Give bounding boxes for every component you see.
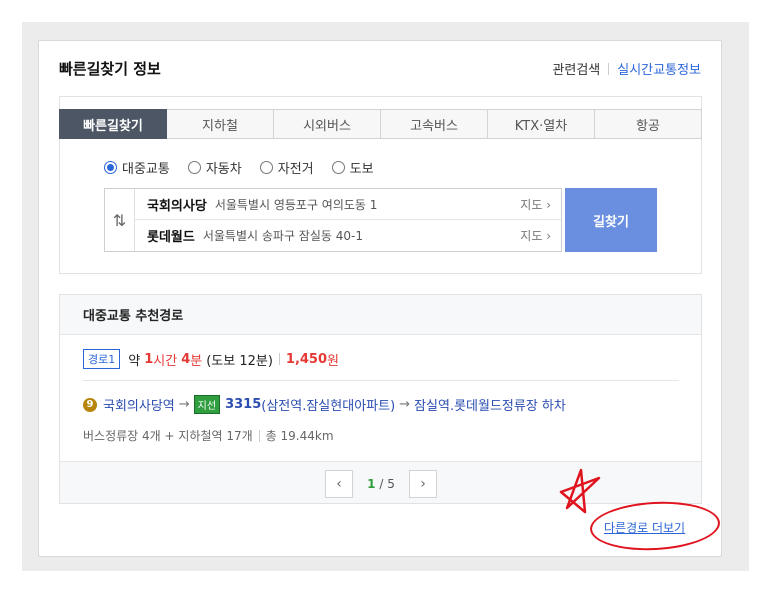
duration-minutes: 4 <box>181 351 191 367</box>
radio-public-transit[interactable] <box>104 161 117 174</box>
bus-type-badge: 지선 <box>193 395 221 414</box>
hour-unit: 시간 <box>153 353 178 369</box>
radio-walk[interactable] <box>331 161 345 174</box>
destination-name: 롯데월드 <box>147 230 195 245</box>
search-panel: 빠른길찾기 지하철 시외버스 고속버스 KTX·열차 항공 대중교통 자동차 자… <box>59 96 702 274</box>
star-annotation-icon <box>559 468 601 514</box>
subway-line-9-icon: 9 <box>83 397 97 412</box>
transport-tabs: 빠른길찾기 지하철 시외버스 고속버스 KTX·열차 항공 <box>59 109 702 139</box>
route-summary[interactable]: 경로1 약 1 시간 4 분 (도보 12분) 1,450 원 <box>83 349 339 369</box>
start-station: 국회의사당역 <box>103 399 175 414</box>
more-routes-link[interactable]: 다른경로 더보기 <box>604 519 685 536</box>
origin-map-link[interactable]: 지도 › <box>520 196 551 213</box>
travel-mode-group: 대중교통 자동차 자전거 도보 <box>104 158 392 177</box>
page-separator: / <box>375 477 388 491</box>
card-title: 빠른길찾기 정보 <box>59 60 161 78</box>
walk-time: (도보 12분) <box>206 353 273 369</box>
radio-bicycle[interactable] <box>259 161 273 174</box>
approx-label: 약 <box>128 353 141 369</box>
duration-hours: 1 <box>144 351 154 367</box>
tab-intercity-bus[interactable]: 시외버스 <box>274 109 381 139</box>
mode-label: 대중교통 <box>122 162 170 177</box>
destination-field[interactable]: 롯데월드 서울특별시 송파구 잠실동 40-1 지도 › <box>135 220 561 251</box>
total-pages: 5 <box>387 477 395 491</box>
bus-via: (삼전역.잠실현대아파트) <box>261 399 396 414</box>
prev-page-icon[interactable]: ‹ <box>325 470 353 498</box>
destination-map-link[interactable]: 지도 › <box>520 227 551 244</box>
tab-quick-route[interactable]: 빠른길찾기 <box>59 109 167 139</box>
mode-car[interactable]: 자동차 <box>187 158 242 177</box>
tab-ktx-train[interactable]: KTX·열차 <box>488 109 595 139</box>
arrow-right-icon: → <box>178 397 190 412</box>
pagination: ‹ 1 / 5 › <box>325 470 437 498</box>
mode-walk[interactable]: 도보 <box>331 158 374 177</box>
arrow-right-icon: → <box>399 397 411 412</box>
bus-number: 3315 <box>225 397 262 412</box>
origin-address: 서울특별시 영등포구 여의도동 1 <box>214 197 378 212</box>
tab-subway[interactable]: 지하철 <box>167 109 274 139</box>
fare-amount: 1,450 <box>285 351 328 367</box>
related-search-link[interactable]: 관련검색 <box>552 59 600 78</box>
next-page-icon[interactable]: › <box>409 470 437 498</box>
header-links: 관련검색 실시간교통정보 <box>552 59 701 78</box>
route-info-card: 빠른길찾기 정보 관련검색 실시간교통정보 빠른길찾기 지하철 시외버스 고속버… <box>38 40 722 557</box>
mode-label: 자전거 <box>277 162 314 177</box>
radio-car[interactable] <box>187 161 201 174</box>
minute-unit: 분 <box>190 353 203 369</box>
mode-bicycle[interactable]: 자전거 <box>259 158 314 177</box>
page-indicator: 1 / 5 <box>353 477 409 491</box>
end-stop: 잠실역.롯데월드정류장 하차 <box>414 399 566 414</box>
destination-address: 서울특별시 송파구 잠실동 40-1 <box>202 229 363 243</box>
summary-separator <box>83 380 679 381</box>
origin-field[interactable]: 국회의사당 서울특별시 영등포구 여의도동 1 지도 › <box>135 189 561 220</box>
link-divider <box>608 62 610 75</box>
mode-label: 자동차 <box>205 162 242 177</box>
mode-public-transit[interactable]: 대중교통 <box>104 158 170 177</box>
tab-express-bus[interactable]: 고속버스 <box>381 109 488 139</box>
route-badge: 경로1 <box>83 349 121 369</box>
stop-count: 버스정류장 4개 + 지하철역 17개 <box>83 429 253 443</box>
origin-name: 국회의사당 <box>147 198 207 214</box>
current-page: 1 <box>367 477 376 491</box>
route-form: ⇅ 국회의사당 서울특별시 영등포구 여의도동 1 지도 › 롯데월드 서울특별… <box>104 188 562 252</box>
fare-unit: 원 <box>327 353 339 369</box>
meta-divider <box>258 429 260 442</box>
find-route-button[interactable]: 길찾기 <box>565 188 657 252</box>
route-meta: 버스정류장 4개 + 지하철역 17개 총 19.44km <box>83 427 334 444</box>
results-panel: 대중교통 추천경로 경로1 약 1 시간 4 분 (도보 12분) 1,450 … <box>59 294 702 504</box>
swap-icon[interactable]: ⇅ <box>105 189 135 251</box>
route-detail[interactable]: 9 국회의사당역 → 지선 3315 (삼전역.잠실현대아파트) → 잠실역.롯… <box>83 395 566 414</box>
results-heading: 대중교통 추천경로 <box>60 295 701 335</box>
realtime-traffic-link[interactable]: 실시간교통정보 <box>617 59 701 78</box>
mode-label: 도보 <box>349 162 374 177</box>
total-distance: 총 19.44km <box>265 429 334 443</box>
tab-air[interactable]: 항공 <box>595 109 702 139</box>
summary-divider <box>278 353 280 365</box>
